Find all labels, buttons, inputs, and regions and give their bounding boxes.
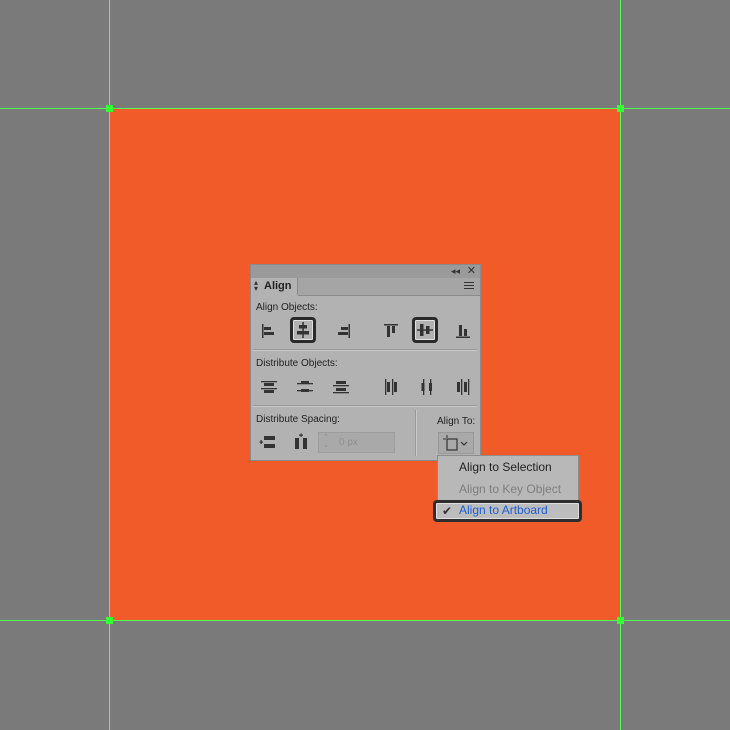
horizontal-distribute-space-button[interactable] xyxy=(289,430,315,456)
spacing-value: 0 px xyxy=(339,437,358,448)
distribute-vertical-center-icon xyxy=(297,381,313,392)
menu-item-align-to-artboard[interactable]: Align to Artboard xyxy=(459,503,548,517)
anchor-point-top-right[interactable] xyxy=(617,105,624,112)
distribute-horizontal-center-icon xyxy=(421,379,432,395)
align-top-icon xyxy=(384,324,398,337)
double-chevron-left-icon[interactable]: ◂◂ xyxy=(451,266,460,276)
distribute-left-icon xyxy=(385,379,397,395)
distribute-objects-title: Distribute Objects: xyxy=(256,358,338,369)
artboard-icon xyxy=(443,435,468,451)
anchor-point-bottom-left[interactable] xyxy=(106,617,113,624)
tab-label: Align xyxy=(264,280,292,292)
horizontal-align-right-button[interactable] xyxy=(330,318,356,344)
horizontal-align-center-button[interactable] xyxy=(290,317,316,343)
vertical-align-bottom-button[interactable] xyxy=(450,318,476,344)
divider xyxy=(253,349,477,351)
align-left-icon xyxy=(262,324,274,338)
vertical-distribute-top-button[interactable] xyxy=(256,374,282,400)
vertical-space-icon xyxy=(259,436,275,448)
horizontal-distribute-left-button[interactable] xyxy=(378,374,404,400)
distribute-right-icon xyxy=(457,379,470,395)
align-bottom-icon xyxy=(456,325,470,338)
anchor-point-bottom-right[interactable] xyxy=(617,617,624,624)
menu-item-align-to-selection[interactable]: Align to Selection xyxy=(459,460,552,474)
align-to-dropdown-button[interactable] xyxy=(438,432,474,454)
vertical-align-top-button[interactable] xyxy=(378,318,404,344)
vertical-distribute-center-button[interactable] xyxy=(292,374,318,400)
distribute-bottom-icon xyxy=(333,381,349,394)
vertical-align-center-button[interactable] xyxy=(412,317,438,343)
align-horizontal-center-icon xyxy=(297,322,309,338)
stepper-arrows-icon[interactable]: ⌃ ⌄ xyxy=(323,434,329,450)
spacing-value-field[interactable]: ⌃ ⌄ 0 px xyxy=(318,432,395,453)
expand-toggle-icon[interactable]: ▴ ▾ xyxy=(254,279,258,293)
horizontal-distribute-center-button[interactable] xyxy=(414,374,440,400)
vertical-distribute-bottom-button[interactable] xyxy=(328,374,354,400)
tab-align[interactable]: ▴ ▾ Align xyxy=(251,278,298,295)
distribute-spacing-title: Distribute Spacing: xyxy=(256,414,340,425)
horizontal-distribute-right-button[interactable] xyxy=(450,374,476,400)
panel-title-bar[interactable] xyxy=(251,265,480,279)
divider xyxy=(415,410,417,456)
checkmark-icon: ✔ xyxy=(442,504,453,518)
horizontal-space-icon xyxy=(295,433,307,449)
align-vertical-center-icon xyxy=(417,324,433,336)
align-to-title: Align To: xyxy=(437,416,476,427)
close-icon[interactable]: ✕ xyxy=(467,265,476,277)
divider xyxy=(253,405,477,407)
menu-item-align-to-key-object: Align to Key Object xyxy=(459,482,562,496)
horizontal-align-left-button[interactable] xyxy=(256,318,282,344)
hamburger-menu-icon[interactable] xyxy=(464,282,474,290)
distribute-top-icon xyxy=(261,381,277,393)
anchor-point-top-left[interactable] xyxy=(106,105,113,112)
align-right-icon xyxy=(338,324,350,338)
tab-strip xyxy=(298,278,480,296)
vertical-distribute-space-button[interactable] xyxy=(256,430,282,456)
align-objects-title: Align Objects: xyxy=(256,302,318,313)
